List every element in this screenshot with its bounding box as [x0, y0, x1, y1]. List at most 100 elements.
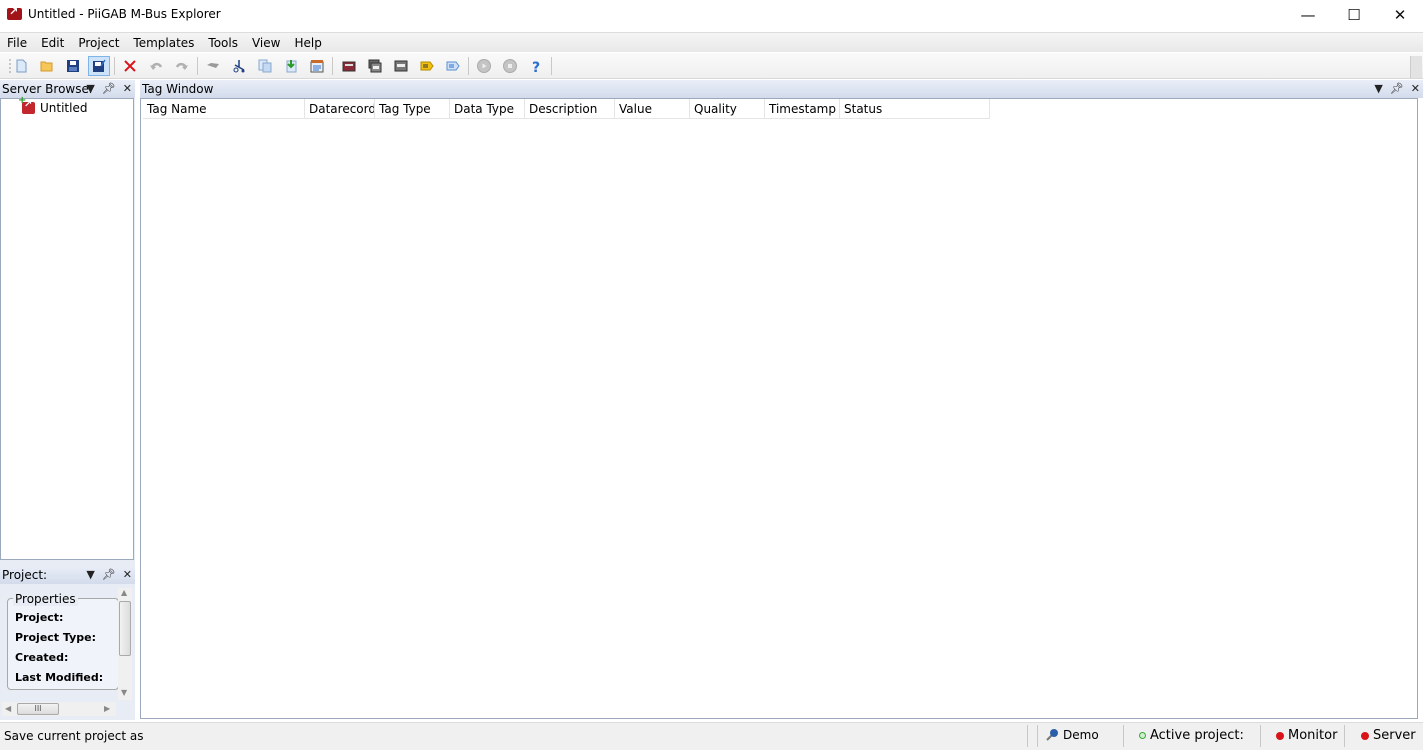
window-title: Untitled - PiiGAB M-Bus Explorer [28, 7, 221, 21]
open-button[interactable] [36, 56, 58, 76]
redo-button[interactable] [171, 56, 193, 76]
server-status-dot-icon [1361, 731, 1369, 740]
save-button[interactable] [62, 56, 84, 76]
project-properties-panel: Properties Project: Project Type: Create… [0, 584, 134, 720]
toolbar: ? [0, 53, 1423, 79]
help-question-icon: ? [532, 60, 540, 73]
stop-button[interactable] [499, 56, 521, 76]
close-button[interactable]: ✕ [1377, 0, 1423, 30]
device-window-button[interactable] [390, 56, 412, 76]
dropdown-arrow-icon[interactable]: ▼ [1374, 80, 1382, 98]
scrollbar-thumb[interactable]: III [17, 703, 59, 715]
server-browser-tree: Untitled [0, 95, 134, 560]
tag-window-title: Tag Window [142, 82, 214, 96]
statusbar-separator [1027, 725, 1028, 747]
column-header-datarecord[interactable]: Datarecord [305, 99, 375, 119]
pin-icon[interactable]: 📌︎ [102, 566, 116, 584]
project-panel-header: Project: ▼ 📌︎ ✕ [0, 566, 135, 584]
copy-button[interactable] [254, 56, 276, 76]
status-server-label: Server [1373, 728, 1416, 743]
toolbar-overflow-button[interactable] [1410, 56, 1422, 78]
statusbar-separator [1037, 725, 1038, 747]
menu-edit[interactable]: Edit [34, 34, 71, 52]
column-header-status[interactable]: Status [840, 99, 990, 119]
help-button[interactable]: ? [525, 56, 547, 76]
pin-icon[interactable]: 📌︎ [1390, 80, 1404, 98]
tree-item-label: Untitled [40, 101, 88, 115]
property-created-label: Created: [15, 651, 69, 664]
scissors-icon [233, 60, 245, 73]
column-header-tag-type[interactable]: Tag Type [375, 99, 450, 119]
device-stack-button[interactable] [364, 56, 386, 76]
save-as-button[interactable] [88, 56, 110, 76]
status-monitor: Monitor [1276, 728, 1337, 743]
toolbar-separator [332, 57, 333, 75]
menu-project[interactable]: Project [71, 34, 126, 52]
properties-group-title: Properties [13, 592, 78, 606]
vertical-scrollbar[interactable]: ▲ ▼ [118, 588, 132, 700]
property-last-modified-label: Last Modified: [15, 671, 104, 684]
menu-file[interactable]: File [0, 34, 34, 52]
scrollbar-thumb[interactable] [119, 601, 131, 656]
minimize-button[interactable]: — [1285, 0, 1331, 30]
scroll-right-arrow-icon[interactable]: ▶ [104, 704, 110, 713]
scroll-down-arrow-icon[interactable]: ▼ [121, 688, 127, 697]
toolbar-separator [197, 57, 198, 75]
close-icon[interactable]: ✕ [1411, 80, 1420, 98]
column-header-data-type[interactable]: Data Type [450, 99, 525, 119]
property-project-type-label: Project Type: [15, 631, 96, 644]
undo-button[interactable] [145, 56, 167, 76]
device-window-icon [394, 60, 408, 72]
server-browser-title: Server Browser [2, 82, 94, 96]
scroll-up-arrow-icon[interactable]: ▲ [121, 588, 127, 597]
toolbar-separator [114, 57, 115, 75]
tree-item-project[interactable]: Untitled [18, 95, 88, 115]
horizontal-scrollbar[interactable]: ◀ III ▶ [2, 702, 116, 716]
maximize-button[interactable]: ☐ [1331, 0, 1377, 30]
svg-text:?: ? [532, 60, 540, 73]
tag-blue-icon [446, 61, 460, 71]
column-header-tag-name[interactable]: Tag Name [143, 99, 305, 119]
stop-icon [503, 59, 517, 73]
eraser-button[interactable] [202, 56, 224, 76]
app-logo-icon [7, 5, 22, 20]
column-header-description[interactable]: Description [525, 99, 615, 119]
tag-window-header: Tag Window ▼ 📌︎ ✕ [140, 80, 1423, 98]
statusbar-separator [1344, 725, 1345, 747]
dropdown-arrow-icon[interactable]: ▼ [86, 80, 94, 98]
properties-button[interactable] [306, 56, 328, 76]
toolbar-separator [468, 57, 469, 75]
paste-button[interactable] [280, 56, 302, 76]
device-stack-icon [368, 59, 382, 73]
pin-icon[interactable]: 📌︎ [102, 80, 116, 98]
save-disk-icon [67, 60, 79, 72]
tag-blue-button[interactable] [442, 56, 464, 76]
properties-group: Properties Project: Project Type: Create… [7, 592, 119, 690]
menu-help[interactable]: Help [287, 34, 328, 52]
scroll-left-arrow-icon[interactable]: ◀ [5, 704, 11, 713]
column-header-timestamp[interactable]: Timestamp [765, 99, 840, 119]
menu-tools[interactable]: Tools [201, 34, 245, 52]
monitor-status-dot-icon [1276, 731, 1284, 740]
delete-button[interactable] [119, 56, 141, 76]
toolbar-separator [551, 57, 552, 75]
save-as-disk-icon [93, 59, 106, 72]
copy-icon [258, 59, 272, 73]
close-icon[interactable]: ✕ [123, 80, 132, 98]
start-button[interactable] [473, 56, 495, 76]
close-icon[interactable]: ✕ [123, 566, 132, 584]
cut-button[interactable] [228, 56, 250, 76]
menu-templates[interactable]: Templates [126, 34, 201, 52]
play-icon [477, 59, 491, 73]
status-monitor-label: Monitor [1288, 728, 1338, 743]
column-header-quality[interactable]: Quality [690, 99, 765, 119]
dropdown-arrow-icon[interactable]: ▼ [86, 566, 94, 584]
active-status-dot-icon [1139, 732, 1146, 739]
tag-yellow-button[interactable] [416, 56, 438, 76]
new-document-icon [16, 59, 27, 73]
device-button[interactable] [338, 56, 360, 76]
column-header-value[interactable]: Value [615, 99, 690, 119]
menu-view[interactable]: View [245, 34, 287, 52]
new-file-button[interactable] [10, 56, 32, 76]
property-project-label: Project: [15, 611, 64, 624]
